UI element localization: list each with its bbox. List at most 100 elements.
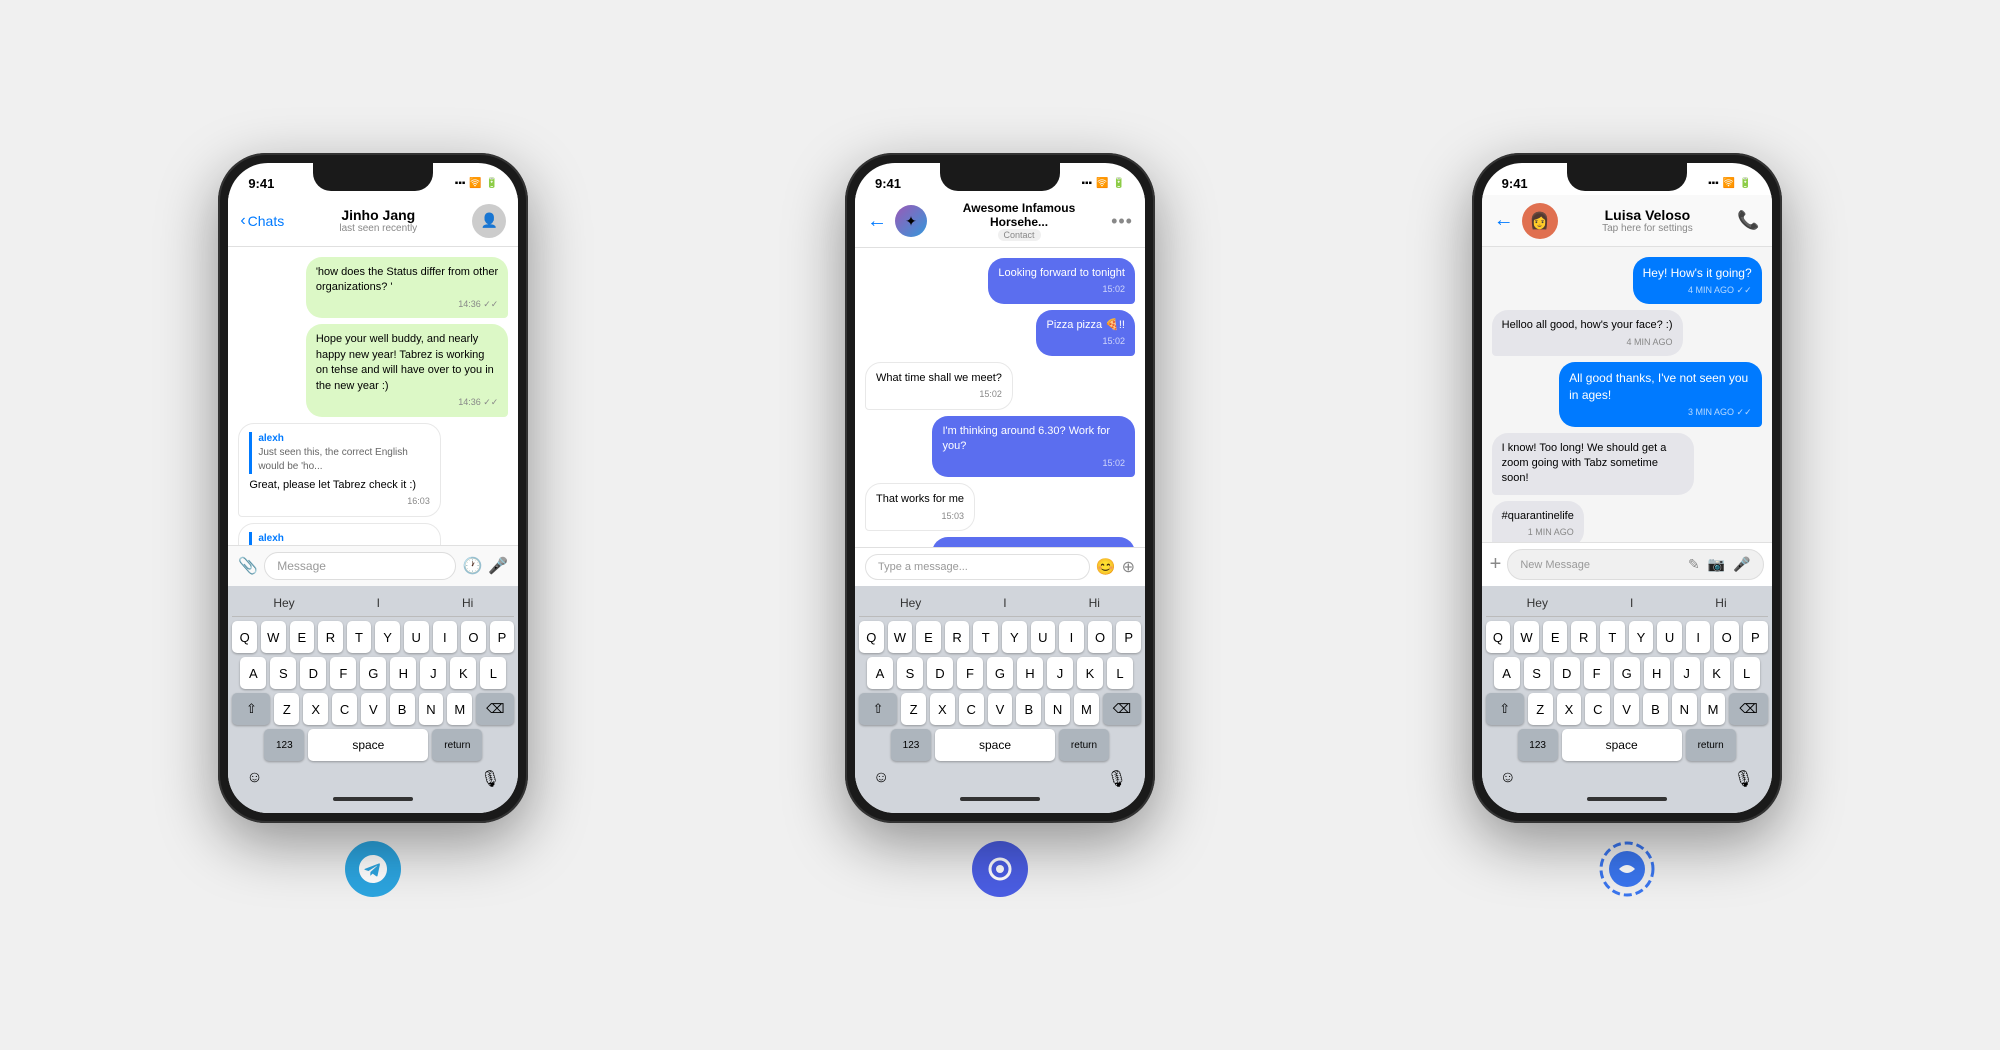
suggestion-hey-2[interactable]: Hey [900, 596, 921, 610]
suggestion-hey-1[interactable]: Hey [273, 596, 294, 610]
key-2-m[interactable]: M [1074, 693, 1099, 725]
key-2-u[interactable]: U [1031, 621, 1056, 653]
key-2-v[interactable]: V [988, 693, 1013, 725]
key-2-i[interactable]: I [1059, 621, 1084, 653]
key-shift[interactable]: ⇧ [232, 693, 270, 725]
key-123[interactable]: 123 [264, 729, 304, 761]
key-3-delete[interactable]: ⌫ [1729, 693, 1767, 725]
emoji-icon-kb-3[interactable]: ☺ [1500, 769, 1516, 789]
key-2-z[interactable]: Z [901, 693, 926, 725]
key-2-h[interactable]: H [1017, 657, 1043, 689]
suggestion-hi-1[interactable]: Hi [462, 596, 473, 610]
camera-icon-3[interactable]: 📷 [1708, 556, 1725, 573]
key-2-c[interactable]: C [959, 693, 984, 725]
add-icon-2[interactable]: ⊕ [1122, 557, 1135, 577]
key-2-a[interactable]: A [867, 657, 893, 689]
key-h[interactable]: H [390, 657, 416, 689]
key-return[interactable]: return [432, 729, 482, 761]
emoji-icon-2[interactable]: 😊 [1096, 557, 1116, 577]
key-w[interactable]: W [261, 621, 286, 653]
key-2-g[interactable]: G [987, 657, 1013, 689]
key-2-d[interactable]: D [927, 657, 953, 689]
suggestion-hi-2[interactable]: Hi [1089, 596, 1100, 610]
key-2-w[interactable]: W [888, 621, 913, 653]
key-2-123[interactable]: 123 [891, 729, 931, 761]
key-3-w[interactable]: W [1514, 621, 1539, 653]
mic-icon-1[interactable]: 🎤 [488, 556, 508, 576]
key-3-y[interactable]: Y [1629, 621, 1654, 653]
sticker-icon-3[interactable]: ✎ [1688, 556, 1700, 573]
suggestion-hey-3[interactable]: Hey [1527, 596, 1548, 610]
key-2-space[interactable]: space [935, 729, 1055, 761]
key-s[interactable]: S [270, 657, 296, 689]
key-3-v[interactable]: V [1614, 693, 1639, 725]
suggestion-i-1[interactable]: I [377, 596, 380, 610]
key-x[interactable]: X [303, 693, 328, 725]
key-3-l[interactable]: L [1734, 657, 1760, 689]
key-f[interactable]: F [330, 657, 356, 689]
key-3-s[interactable]: S [1524, 657, 1550, 689]
emoji-icon-kb-2[interactable]: ☺ [873, 769, 889, 789]
key-2-y[interactable]: Y [1002, 621, 1027, 653]
key-2-j[interactable]: J [1047, 657, 1073, 689]
emoji-icon-1[interactable]: ☺ [246, 769, 262, 789]
key-o[interactable]: O [461, 621, 486, 653]
key-3-h[interactable]: H [1644, 657, 1670, 689]
key-c[interactable]: C [332, 693, 357, 725]
key-2-shift[interactable]: ⇧ [859, 693, 897, 725]
key-2-k[interactable]: K [1077, 657, 1103, 689]
key-3-u[interactable]: U [1657, 621, 1682, 653]
mic-icon-kb-3[interactable]: 🎙 [1733, 769, 1753, 789]
key-3-space[interactable]: space [1562, 729, 1682, 761]
key-3-b[interactable]: B [1643, 693, 1668, 725]
key-q[interactable]: Q [232, 621, 257, 653]
key-z[interactable]: Z [274, 693, 299, 725]
key-3-z[interactable]: Z [1528, 693, 1553, 725]
mic-icon-kb-1[interactable]: 🎙 [480, 769, 500, 789]
plus-icon-3[interactable]: + [1490, 553, 1502, 576]
key-3-123[interactable]: 123 [1518, 729, 1558, 761]
key-n[interactable]: N [419, 693, 444, 725]
message-input-3[interactable]: New Message ✎ 📷 🎤 [1507, 549, 1763, 580]
key-y[interactable]: Y [375, 621, 400, 653]
key-3-p[interactable]: P [1743, 621, 1768, 653]
key-j[interactable]: J [420, 657, 446, 689]
key-3-j[interactable]: J [1674, 657, 1700, 689]
back-button-2[interactable]: ← [867, 210, 887, 233]
key-2-b[interactable]: B [1016, 693, 1041, 725]
call-icon-3[interactable]: 📞 [1737, 210, 1759, 231]
key-delete[interactable]: ⌫ [476, 693, 514, 725]
key-2-o[interactable]: O [1088, 621, 1113, 653]
back-button-3[interactable]: ← [1494, 209, 1514, 232]
key-3-k[interactable]: K [1704, 657, 1730, 689]
attach-icon-1[interactable]: 📎 [238, 556, 258, 576]
key-3-e[interactable]: E [1543, 621, 1568, 653]
suggestion-hi-3[interactable]: Hi [1715, 596, 1726, 610]
mic-icon-kb-2[interactable]: 🎙 [1107, 769, 1127, 789]
key-3-m[interactable]: M [1701, 693, 1726, 725]
key-2-s[interactable]: S [897, 657, 923, 689]
key-2-delete[interactable]: ⌫ [1103, 693, 1141, 725]
key-k[interactable]: K [450, 657, 476, 689]
key-p[interactable]: P [490, 621, 515, 653]
key-3-i[interactable]: I [1686, 621, 1711, 653]
key-d[interactable]: D [300, 657, 326, 689]
key-2-x[interactable]: X [930, 693, 955, 725]
key-3-c[interactable]: C [1585, 693, 1610, 725]
key-v[interactable]: V [361, 693, 386, 725]
key-3-q[interactable]: Q [1486, 621, 1511, 653]
key-space[interactable]: space [308, 729, 428, 761]
key-3-f[interactable]: F [1584, 657, 1610, 689]
key-3-return[interactable]: return [1686, 729, 1736, 761]
mic-icon-3[interactable]: 🎤 [1733, 556, 1750, 573]
key-m[interactable]: M [447, 693, 472, 725]
suggestion-i-2[interactable]: I [1003, 596, 1006, 610]
more-options-2[interactable]: ••• [1111, 211, 1133, 232]
key-2-e[interactable]: E [916, 621, 941, 653]
key-e[interactable]: E [290, 621, 315, 653]
key-3-d[interactable]: D [1554, 657, 1580, 689]
key-2-r[interactable]: R [945, 621, 970, 653]
key-2-f[interactable]: F [957, 657, 983, 689]
key-3-shift[interactable]: ⇧ [1486, 693, 1524, 725]
key-2-t[interactable]: T [973, 621, 998, 653]
